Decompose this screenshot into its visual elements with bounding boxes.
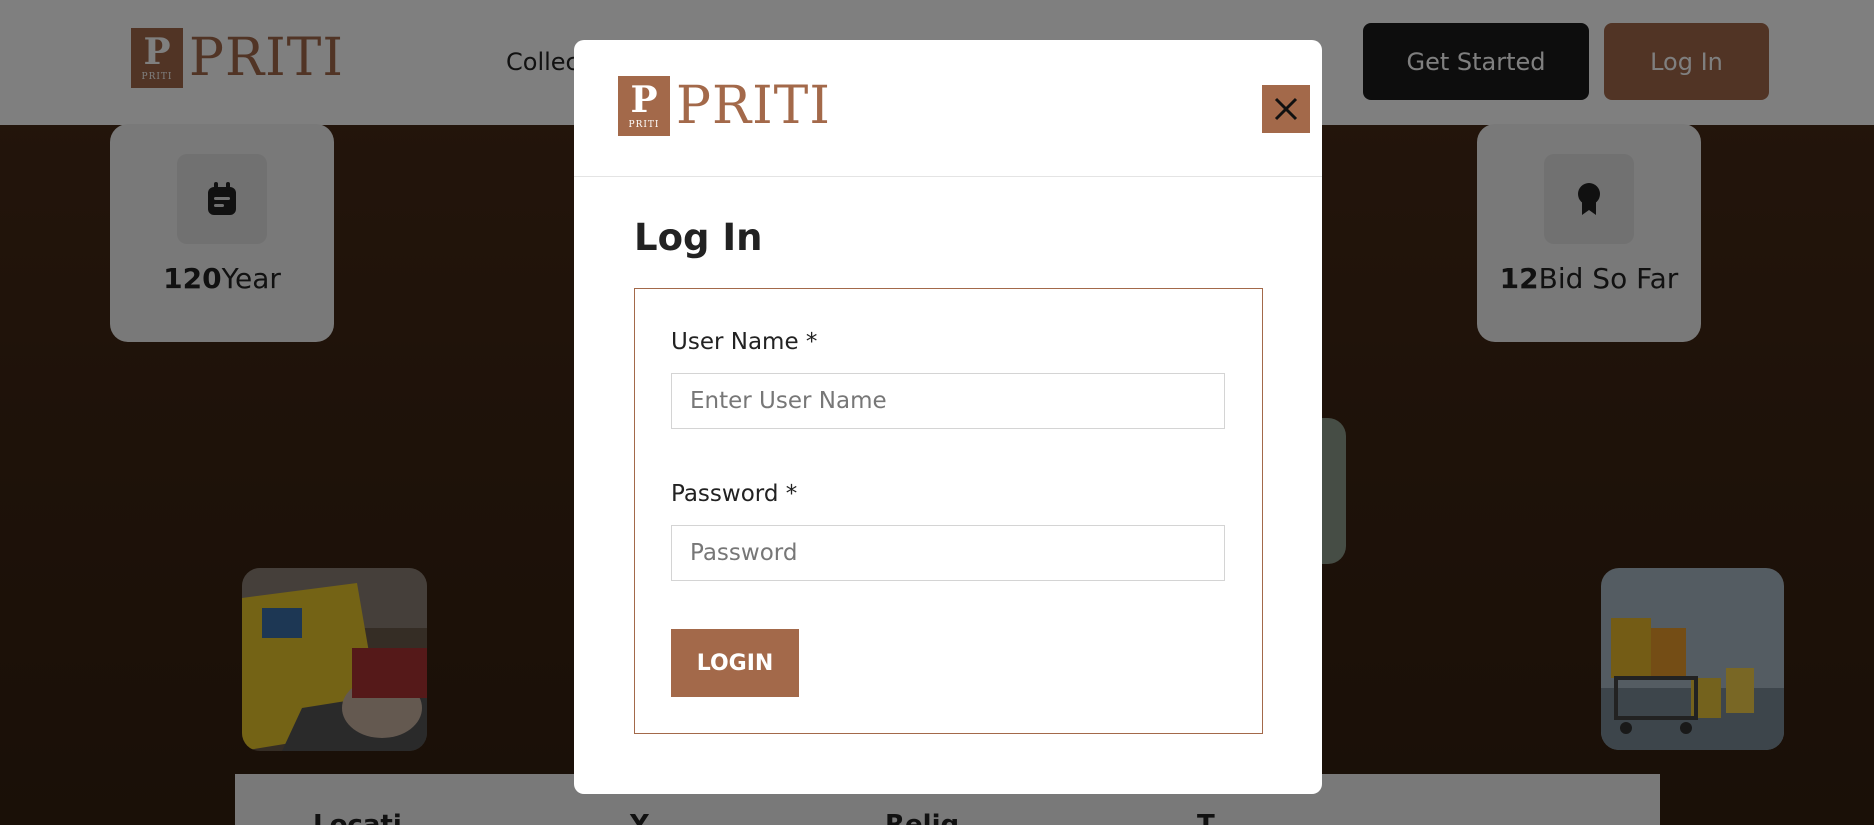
password-label: Password * [671,481,798,507]
logo-text: PRITI [676,76,831,136]
close-icon [1274,97,1298,121]
login-form: User Name * Password * LOGIN [634,288,1263,734]
modal-brand-logo: P PRITI PRITI [618,76,831,136]
modal-header: P PRITI PRITI [574,40,1322,177]
modal-title: Log In [634,216,763,259]
login-modal: P PRITI PRITI Log In User Name * Passwor… [574,40,1322,794]
close-button[interactable] [1262,85,1310,133]
login-submit-button[interactable]: LOGIN [671,629,799,697]
username-label: User Name * [671,329,818,355]
password-input[interactable] [671,525,1225,581]
username-input[interactable] [671,373,1225,429]
logo-badge: P PRITI [618,76,670,136]
